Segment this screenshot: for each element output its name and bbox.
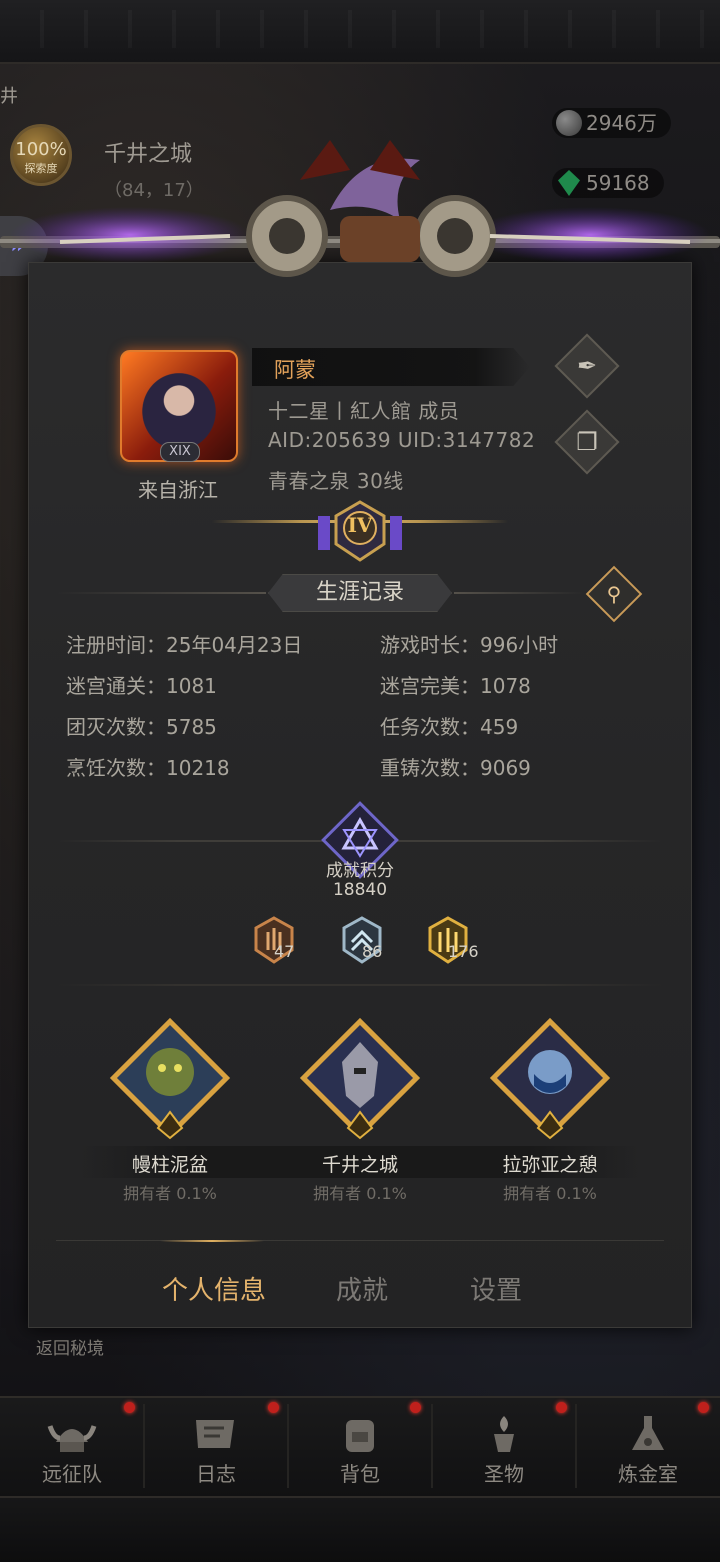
- notification-dot: [124, 1402, 135, 1413]
- nav-journal-label: 日志: [196, 1462, 236, 1486]
- trophy-portrait-lamia-icon: [489, 1017, 611, 1140]
- tab-settings[interactable]: 设置: [436, 1270, 556, 1307]
- achievement-score-value: 18840: [332, 880, 388, 900]
- copy-document-icon: ❐: [576, 428, 598, 456]
- stat-maze-perfect: 迷宫完美：1078: [380, 674, 531, 698]
- medal-bronze: 47: [254, 916, 314, 966]
- nav-relics-label: 圣物: [484, 1462, 524, 1486]
- career-record-header: 生涯记录: [268, 574, 452, 612]
- trophy-owner-rate: 拥有者 0.1%: [123, 1184, 217, 1203]
- silver-counter: 2946万: [552, 108, 671, 138]
- header-rule-left: [56, 592, 266, 594]
- notification-dot: [556, 1402, 567, 1413]
- medal-silver: 86: [342, 916, 402, 966]
- trophy-name: 拉弥亚之憩: [502, 1154, 598, 1176]
- notification-dot: [698, 1402, 709, 1413]
- nav-alchemy-label: 炼金室: [618, 1462, 678, 1486]
- notification-dot: [410, 1402, 421, 1413]
- copy-id-button[interactable]: ❐: [554, 409, 620, 475]
- feather-quill-icon: ✒: [576, 352, 598, 380]
- silver-coin-icon: [556, 110, 582, 136]
- trophy-owner-rate: 拥有者 0.1%: [313, 1184, 407, 1203]
- stat-quests: 任务次数：459: [380, 715, 519, 739]
- gold-count: 176: [448, 942, 479, 961]
- viking-helmet-icon: [47, 1425, 97, 1452]
- trophy-owner-rate: 拥有者 0.1%: [503, 1184, 597, 1203]
- magnifier-icon: ⚲: [606, 582, 622, 606]
- nav-journal[interactable]: 日志: [144, 1398, 288, 1494]
- journal-icon: [196, 1420, 234, 1448]
- notification-dot: [268, 1402, 279, 1413]
- bottom-frame: [0, 1496, 720, 1562]
- stat-cooking: 烹饪次数：10218: [66, 756, 230, 780]
- stat-play-time: 游戏时长：996小时: [380, 633, 559, 657]
- stat-reforge: 重铸次数：9069: [380, 756, 531, 780]
- tab-rule: [56, 1240, 664, 1241]
- player-name: 阿蒙: [274, 358, 316, 382]
- nav-expedition-label: 远征队: [42, 1462, 102, 1486]
- trophy-divider: [56, 984, 664, 986]
- alchemy-icon: [632, 1416, 664, 1450]
- nav-relics[interactable]: 圣物: [432, 1398, 576, 1494]
- edge-label: 井: [0, 86, 18, 107]
- nav-alchemy[interactable]: 炼金室: [576, 1398, 720, 1494]
- player-ids: AID:205639 UID:3147782: [268, 428, 536, 452]
- rank-numeral: IV: [347, 513, 373, 537]
- achievement-score-label: 成就积分: [326, 861, 394, 881]
- bronze-count: 47: [274, 942, 295, 961]
- stat-team-wipe: 团灭次数：5785: [66, 715, 217, 739]
- edit-profile-button[interactable]: ✒: [554, 333, 620, 399]
- player-origin: 来自浙江: [138, 478, 218, 502]
- top-frame: [0, 0, 720, 64]
- trophy-portrait-goblin-icon: [109, 1017, 231, 1140]
- relic-icon: [494, 1416, 514, 1452]
- trophy-name: 千井之城: [321, 1154, 398, 1176]
- search-button[interactable]: ⚲: [585, 565, 643, 623]
- achievement-score: 成就积分 18840: [260, 862, 460, 900]
- return-to-realm-link[interactable]: 返回秘境: [36, 1334, 104, 1359]
- server-line: 青春之泉 30线: [268, 469, 404, 493]
- nav-backpack-label: 背包: [340, 1462, 380, 1486]
- trophy-portrait-knight-icon: [299, 1017, 421, 1140]
- silver-amount: 2946万: [586, 111, 657, 135]
- ornament-header: [0, 140, 720, 277]
- nav-backpack[interactable]: 背包: [288, 1398, 432, 1494]
- trophy-item[interactable]: 幔柱泥盆 拥有者 0.1%: [80, 1004, 260, 1204]
- guild-title: 十二星丨紅人館 成员: [268, 399, 460, 423]
- avatar-level-badge: XIX: [160, 442, 200, 462]
- backpack-icon: [346, 1420, 374, 1452]
- tab-personal-info[interactable]: 个人信息: [154, 1270, 274, 1307]
- tab-achievements[interactable]: 成就: [302, 1270, 422, 1307]
- header-rule-right: [454, 592, 584, 594]
- stat-maze-clear: 迷宫通关：1081: [66, 674, 217, 698]
- trophy-item[interactable]: 拉弥亚之憩 拥有者 0.1%: [460, 1004, 640, 1204]
- trophy-item[interactable]: 千井之城 拥有者 0.1%: [270, 1004, 450, 1204]
- trophy-name: 幔柱泥盆: [131, 1154, 208, 1176]
- nav-expedition[interactable]: 远征队: [0, 1398, 144, 1494]
- silver-count: 86: [362, 942, 383, 961]
- stat-register-time: 注册时间：25年04月23日: [66, 633, 303, 657]
- tab-active-indicator: [160, 1240, 264, 1242]
- medal-gold: 176: [428, 916, 488, 966]
